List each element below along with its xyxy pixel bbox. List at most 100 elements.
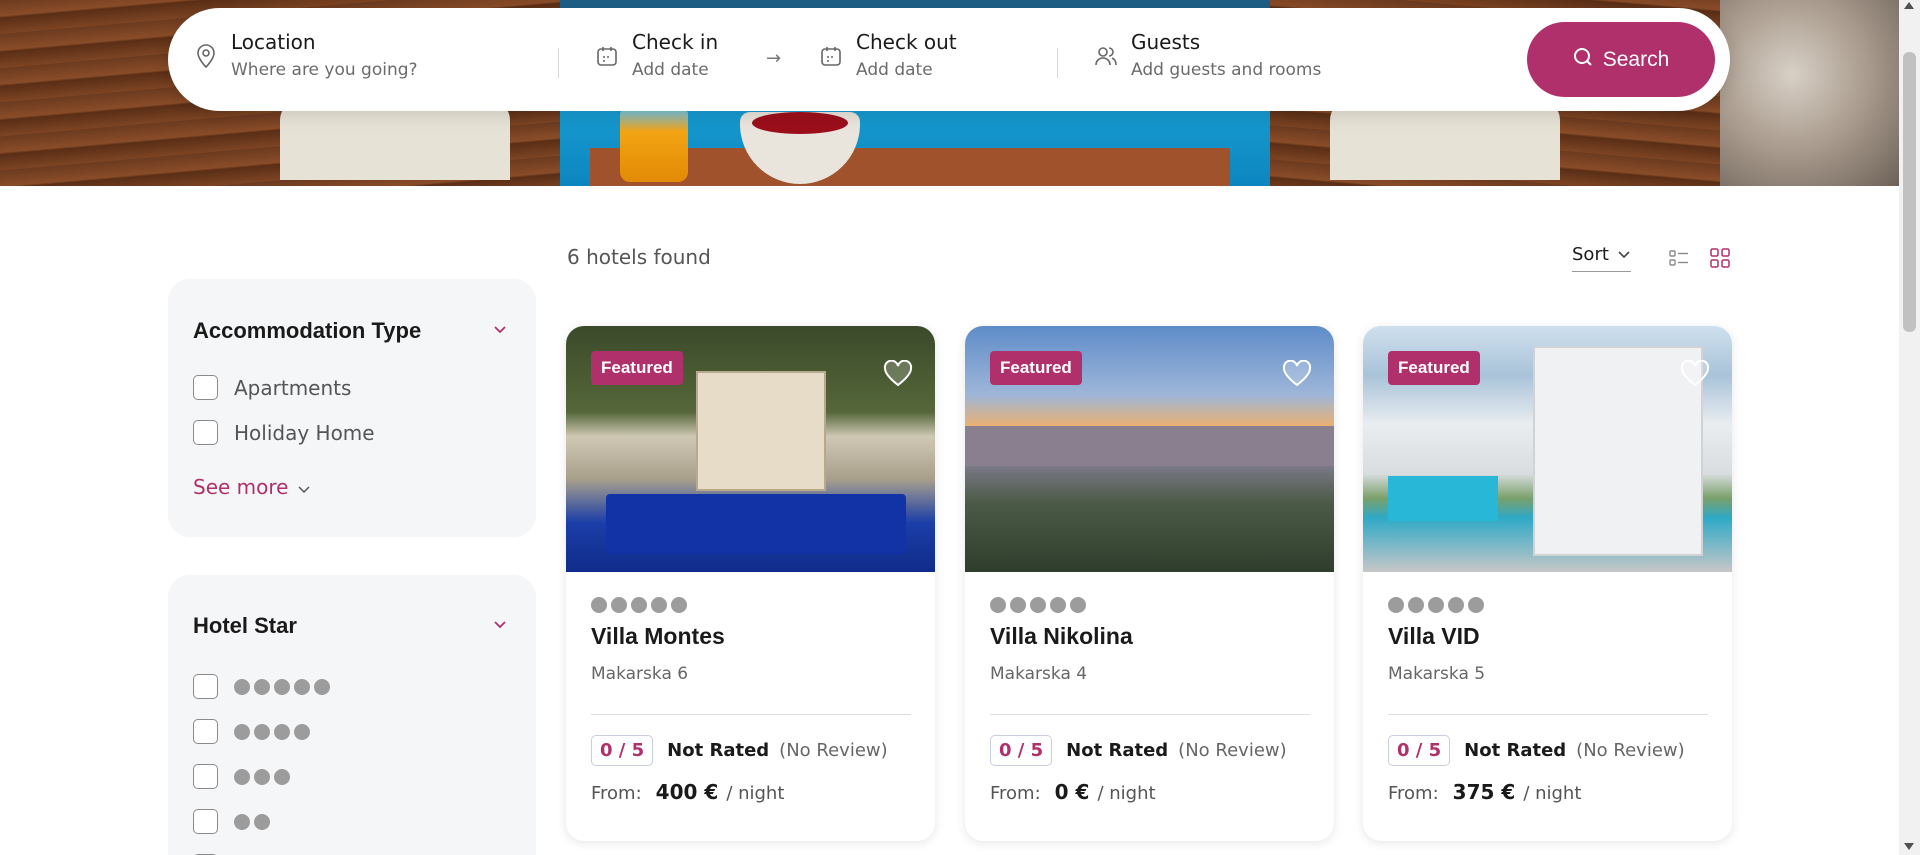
guests-placeholder[interactable]: Add guests and rooms <box>1131 58 1321 82</box>
hotel-star-filter-title[interactable]: Hotel Star <box>193 613 297 639</box>
star-filter-2[interactable] <box>193 809 270 834</box>
hotel-star-filter-panel: Hotel Star <box>168 575 536 855</box>
featured-badge: Featured <box>591 351 683 385</box>
featured-badge: Featured <box>1388 351 1480 385</box>
filter-option-apartments[interactable]: Apartments <box>193 375 351 400</box>
star-filter-4[interactable] <box>193 719 310 744</box>
chevron-down-icon <box>1617 244 1631 265</box>
rating-score: 0 / 5 <box>1388 735 1451 766</box>
scrollbar-thumb[interactable] <box>1903 52 1916 332</box>
checkout-field[interactable]: Check out Add date <box>818 30 957 82</box>
star-filter-5[interactable] <box>193 674 330 699</box>
hero-cherries <box>752 112 848 134</box>
chevron-down-icon <box>298 475 310 499</box>
guests-label: Guests <box>1131 30 1201 54</box>
star-rating-dots <box>1388 597 1708 613</box>
hero-cushion-left <box>280 100 510 180</box>
star-rating-dots <box>990 597 1310 613</box>
rating-score: 0 / 5 <box>990 735 1053 766</box>
rating-text: Not Rated <box>667 740 770 761</box>
checkbox[interactable] <box>193 674 218 699</box>
hotel-location: Makarska 6 <box>591 664 689 684</box>
card-divider <box>591 714 911 715</box>
hotel-card[interactable]: Featured Villa Nikolina Makarska 4 0 / 5… <box>965 326 1334 841</box>
hotel-card[interactable]: Featured Villa Montes Makarska 6 0 / 5 N… <box>566 326 935 841</box>
star-rating-dots <box>234 723 310 740</box>
results-count: 6 hotels found <box>567 245 711 269</box>
calendar-icon <box>594 43 620 69</box>
price-from-label: From: <box>591 783 642 804</box>
hero-juice-glass <box>620 110 688 182</box>
star-rating-dots <box>234 768 290 785</box>
star-rating-dots <box>234 813 270 830</box>
sort-dropdown[interactable]: Sort <box>1572 244 1631 272</box>
search-button[interactable]: Search <box>1527 22 1715 97</box>
rating-text: Not Rated <box>1066 740 1169 761</box>
card-divider <box>990 714 1310 715</box>
featured-badge: Featured <box>990 351 1082 385</box>
price-value: 375 € <box>1452 780 1516 804</box>
chevron-down-icon[interactable] <box>493 323 507 339</box>
price-value: 400 € <box>655 780 719 804</box>
card-divider <box>1388 714 1708 715</box>
hotel-name[interactable]: Villa VID <box>1388 623 1708 650</box>
filter-option-holiday-home[interactable]: Holiday Home <box>193 420 375 445</box>
sort-label: Sort <box>1572 244 1609 265</box>
checkin-placeholder[interactable]: Add date <box>632 58 718 82</box>
star-rating-dots <box>591 597 911 613</box>
price-value: 0 € <box>1054 780 1090 804</box>
checkbox[interactable] <box>193 719 218 744</box>
checkin-field[interactable]: Check in Add date <box>594 30 718 82</box>
review-count: (No Review) <box>779 740 888 761</box>
guests-field[interactable]: Guests Add guests and rooms <box>1093 30 1321 82</box>
heart-icon[interactable] <box>1680 359 1710 388</box>
review-count: (No Review) <box>1576 740 1685 761</box>
checkout-placeholder[interactable]: Add date <box>856 58 957 82</box>
hotel-location: Makarska 4 <box>990 664 1088 684</box>
map-pin-icon <box>193 43 219 69</box>
filter-option-label: Holiday Home <box>234 420 375 445</box>
checkbox[interactable] <box>193 375 218 400</box>
hotel-card[interactable]: Featured Villa VID Makarska 5 0 / 5 Not … <box>1363 326 1732 841</box>
search-divider <box>558 48 559 78</box>
checkin-label: Check in <box>632 30 719 54</box>
search-divider <box>1057 48 1058 78</box>
price-unit: / night <box>726 783 785 804</box>
price-unit: / night <box>1523 783 1582 804</box>
grid-view-icon[interactable] <box>1709 247 1731 269</box>
hotel-name[interactable]: Villa Montes <box>591 623 911 650</box>
hero-rock <box>1720 0 1899 186</box>
location-label: Location <box>231 30 316 54</box>
location-placeholder[interactable]: Where are you going? <box>231 58 418 82</box>
filter-option-label: Apartments <box>234 375 352 400</box>
checkbox[interactable] <box>193 764 218 789</box>
page-scrollbar[interactable] <box>1899 0 1920 855</box>
users-icon <box>1093 43 1119 69</box>
rating-text: Not Rated <box>1464 740 1567 761</box>
location-field[interactable]: Location Where are you going? <box>193 30 418 82</box>
heart-icon[interactable] <box>1282 359 1312 388</box>
hotel-name[interactable]: Villa Nikolina <box>990 623 1310 650</box>
star-filter-3[interactable] <box>193 764 290 789</box>
hotel-location: Makarska 5 <box>1388 664 1486 684</box>
price-from-label: From: <box>1388 783 1439 804</box>
star-rating-dots <box>234 678 330 695</box>
review-count: (No Review) <box>1178 740 1287 761</box>
see-more-link[interactable]: See more <box>193 475 310 499</box>
see-more-label: See more <box>193 475 289 499</box>
scroll-up-arrow-icon[interactable] <box>1904 2 1914 9</box>
accommodation-filter-title[interactable]: Accommodation Type <box>193 318 421 344</box>
list-view-icon[interactable] <box>1668 247 1690 269</box>
scroll-down-arrow-icon[interactable] <box>1904 843 1914 850</box>
accommodation-filter-panel: Accommodation Type Apartments Holiday Ho… <box>168 279 536 537</box>
heart-icon[interactable] <box>883 359 913 388</box>
checkbox[interactable] <box>193 809 218 834</box>
chevron-down-icon[interactable] <box>493 618 507 634</box>
checkbox[interactable] <box>193 420 218 445</box>
search-icon <box>1573 47 1593 73</box>
arrow-right-icon: → <box>766 48 782 69</box>
rating-score: 0 / 5 <box>591 735 654 766</box>
checkout-label: Check out <box>856 30 957 54</box>
price-from-label: From: <box>990 783 1041 804</box>
price-unit: / night <box>1097 783 1156 804</box>
